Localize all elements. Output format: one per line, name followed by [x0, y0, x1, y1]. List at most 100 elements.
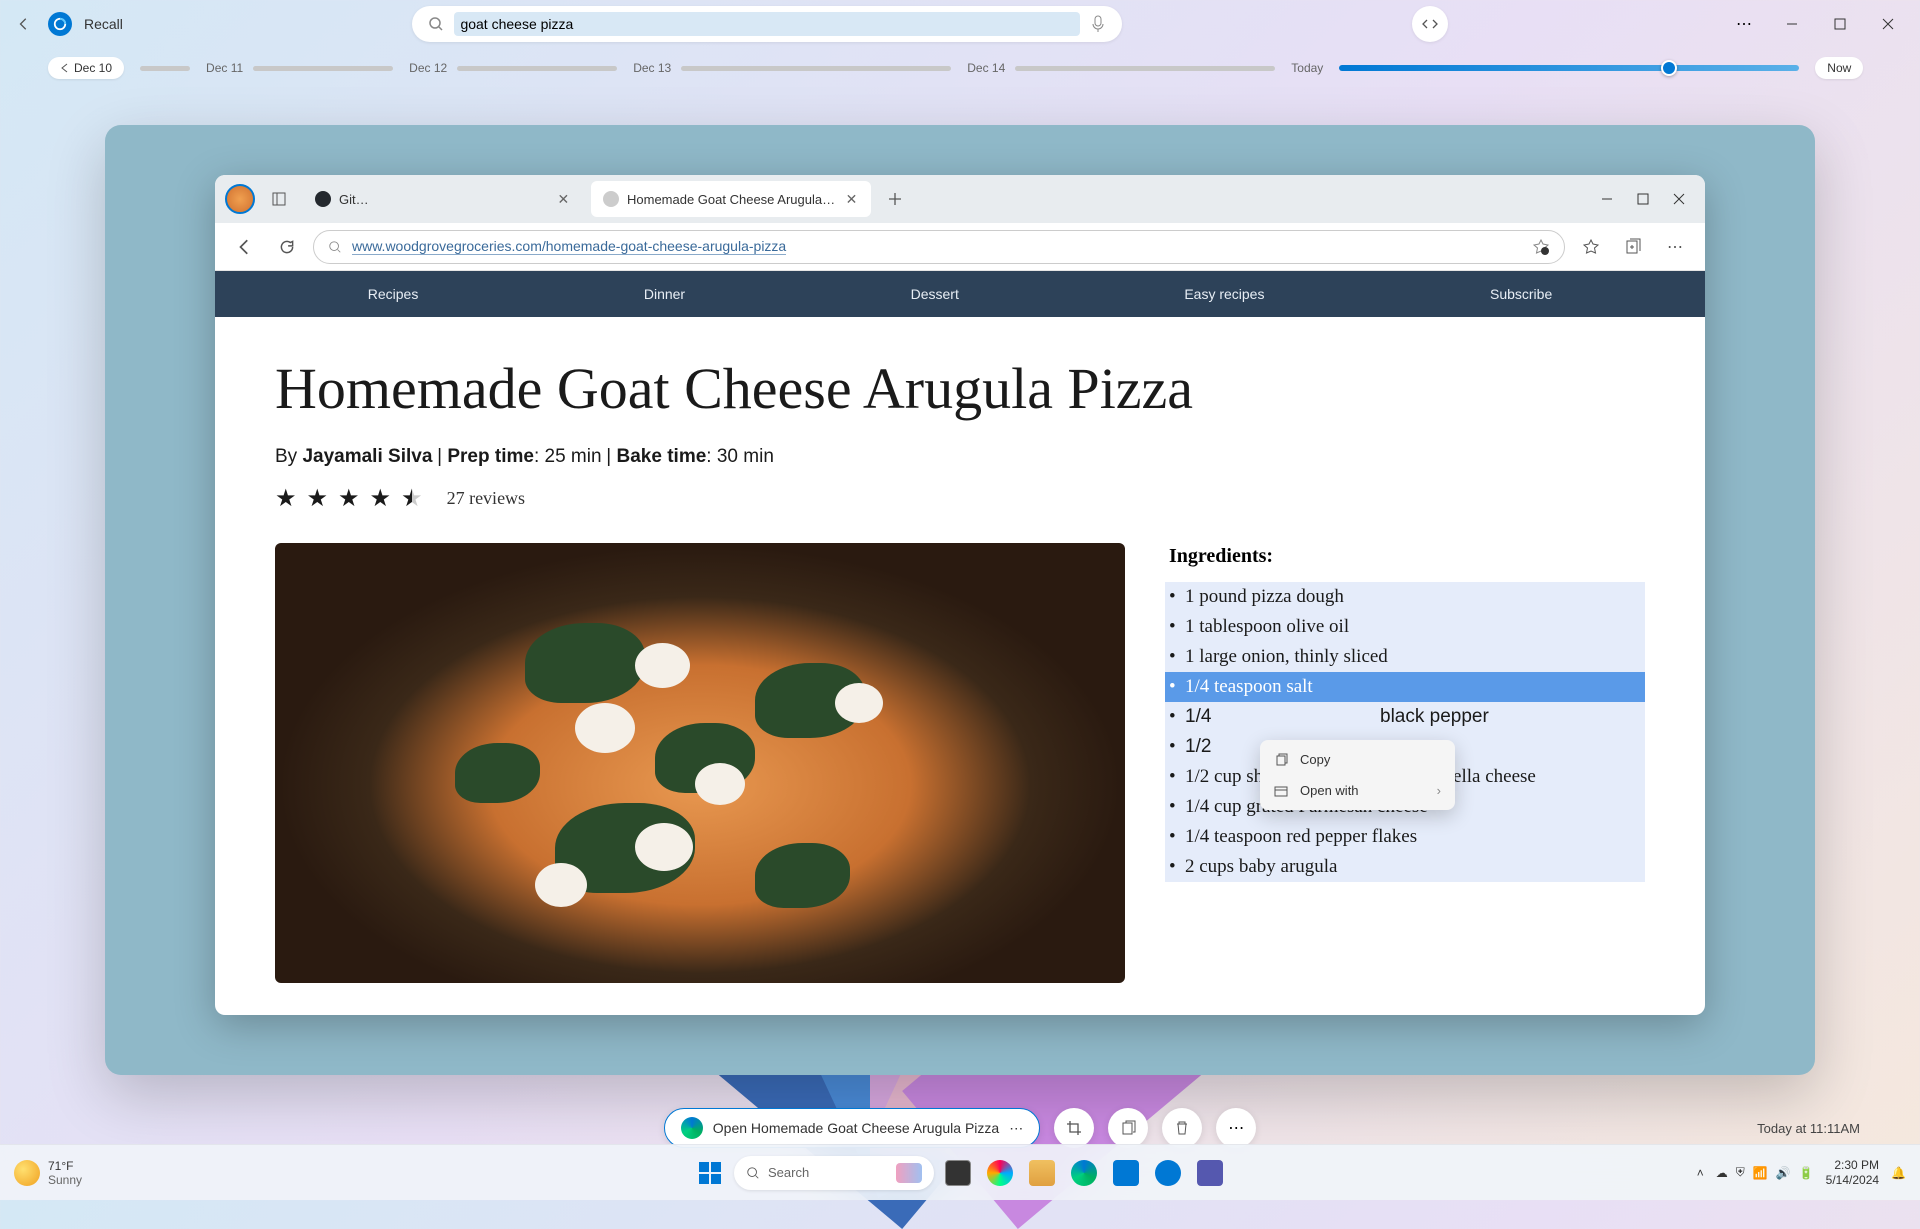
- snapshot-timestamp: Today at 11:11AM: [1757, 1121, 1860, 1136]
- more-actions-button[interactable]: ⋯: [1216, 1108, 1256, 1148]
- taskbar-teams[interactable]: [1192, 1155, 1228, 1191]
- tab-close-icon[interactable]: ✕: [556, 191, 571, 207]
- favorites-icon[interactable]: [1575, 231, 1607, 263]
- star-icon: ★: [338, 484, 360, 513]
- browser-back[interactable]: [229, 231, 261, 263]
- more-button[interactable]: ⋯: [1724, 8, 1764, 40]
- delete-button[interactable]: [1162, 1108, 1202, 1148]
- address-bar[interactable]: www.woodgrovegroceries.com/homemade-goat…: [313, 230, 1565, 264]
- taskbar-store[interactable]: [1108, 1155, 1144, 1191]
- more-icon[interactable]: ⋯: [1009, 1120, 1023, 1137]
- tab-close-icon[interactable]: ✕: [844, 191, 859, 207]
- search-icon: [746, 1166, 760, 1180]
- taskbar-explorer[interactable]: [1024, 1155, 1060, 1191]
- browser-more[interactable]: ⋯: [1659, 231, 1691, 263]
- taskbar-search[interactable]: Search: [734, 1156, 934, 1190]
- star-half-icon: ★★: [401, 484, 423, 513]
- recall-logo-icon: [48, 12, 72, 36]
- site-nav: Recipes Dinner Dessert Easy recipes Subs…: [215, 271, 1705, 317]
- ingredient-item: 1 pound pizza dough: [1165, 582, 1645, 612]
- onedrive-icon[interactable]: ☁: [1716, 1166, 1728, 1180]
- timeline-segment[interactable]: [1015, 66, 1275, 71]
- chevron-right-icon: ›: [1437, 783, 1441, 798]
- weather-widget[interactable]: 71°F Sunny: [14, 1159, 82, 1187]
- copy-image-button[interactable]: [1108, 1108, 1148, 1148]
- app-title: Recall: [84, 16, 123, 32]
- nav-dessert[interactable]: Dessert: [911, 286, 959, 302]
- windows-logo-icon: [699, 1162, 721, 1184]
- recipe-meta: By Jayamali Silva | Prep time: 25 min | …: [275, 446, 1645, 468]
- browser-tab-recipe[interactable]: Homemade Goat Cheese Arugula Pizz ✕: [591, 181, 871, 217]
- battery-icon[interactable]: 🔋: [1799, 1166, 1814, 1180]
- system-tray: ˄ ☁ ⛨ 📶 🔊 🔋 2:30 PM 5/14/2024 🔔: [1697, 1158, 1906, 1187]
- ingredient-item: 1/4 teaspoon red pepper flakes: [1165, 822, 1645, 852]
- wifi-icon[interactable]: 📶: [1753, 1166, 1768, 1180]
- tray-chevron-icon[interactable]: ˄: [1697, 1166, 1704, 1180]
- timeline[interactable]: Dec 10 Dec 11 Dec 12 Dec 13 Dec 14 Today…: [0, 48, 1920, 88]
- minimize-button[interactable]: [1772, 8, 1812, 40]
- browser-refresh[interactable]: [271, 231, 303, 263]
- collections-icon[interactable]: [1617, 231, 1649, 263]
- review-count: 27 reviews: [447, 488, 525, 509]
- nav-dinner[interactable]: Dinner: [644, 286, 685, 302]
- nav-easy[interactable]: Easy recipes: [1184, 286, 1264, 302]
- new-tab-button[interactable]: [879, 183, 911, 215]
- timeline-segment[interactable]: [253, 66, 393, 71]
- star-icon: ★: [307, 484, 329, 513]
- page-favicon: [603, 191, 619, 207]
- open-snapshot-button[interactable]: Open Homemade Goat Cheese Arugula Pizza …: [664, 1108, 1040, 1148]
- timeline-today-segment[interactable]: [1339, 65, 1799, 71]
- volume-icon[interactable]: 🔊: [1776, 1166, 1791, 1180]
- timeline-today-label: Today: [1291, 61, 1323, 75]
- rating-row: ★ ★ ★ ★ ★★ 27 reviews: [275, 484, 1645, 513]
- maximize-button[interactable]: [1820, 8, 1860, 40]
- ingredient-item: 1 tablespoon olive oil: [1165, 612, 1645, 642]
- tab-actions-icon[interactable]: [263, 183, 295, 215]
- taskbar-task-view[interactable]: [940, 1155, 976, 1191]
- close-button[interactable]: [1868, 8, 1908, 40]
- edge-icon: [681, 1117, 703, 1139]
- search-highlight-icon: [896, 1163, 922, 1183]
- clock[interactable]: 2:30 PM 5/14/2024: [1826, 1158, 1879, 1187]
- taskbar-recall[interactable]: [1150, 1155, 1186, 1191]
- timeline-date: Dec 12: [409, 61, 447, 75]
- timeline-segment[interactable]: [457, 66, 617, 71]
- nav-recipes[interactable]: Recipes: [368, 286, 419, 302]
- url-text: www.woodgrovegroceries.com/homemade-goat…: [352, 238, 786, 255]
- search-icon: [428, 16, 444, 32]
- browser-maximize[interactable]: [1627, 183, 1659, 215]
- security-icon[interactable]: ⛨: [1736, 1165, 1745, 1180]
- github-icon: [315, 191, 331, 207]
- taskbar-copilot[interactable]: [982, 1155, 1018, 1191]
- start-button[interactable]: [692, 1155, 728, 1191]
- browser-minimize[interactable]: [1591, 183, 1623, 215]
- timeline-back-date[interactable]: Dec 10: [48, 57, 124, 79]
- timeline-handle[interactable]: [1661, 60, 1677, 76]
- notifications-icon[interactable]: 🔔: [1891, 1166, 1906, 1180]
- profile-avatar[interactable]: [225, 184, 255, 214]
- search-box[interactable]: [412, 6, 1122, 42]
- code-button[interactable]: [1412, 6, 1448, 42]
- open-with-icon: [1274, 784, 1288, 798]
- mic-icon[interactable]: [1090, 14, 1106, 34]
- snapshot-action-bar: Open Homemade Goat Cheese Arugula Pizza …: [0, 1108, 1920, 1148]
- back-button[interactable]: [12, 12, 36, 36]
- crop-button[interactable]: [1054, 1108, 1094, 1148]
- taskbar-edge[interactable]: [1066, 1155, 1102, 1191]
- star-icon: ★: [275, 484, 297, 513]
- now-button[interactable]: Now: [1815, 57, 1863, 79]
- search-input[interactable]: [454, 12, 1080, 36]
- timeline-date: Dec 13: [633, 61, 671, 75]
- star-badge-icon[interactable]: [1532, 238, 1550, 256]
- context-open-with[interactable]: Open with ›: [1260, 775, 1455, 806]
- ingredients-heading: Ingredients:: [1165, 543, 1277, 570]
- browser-tab-github[interactable]: GitHub ✕: [303, 181, 583, 217]
- browser-close[interactable]: [1663, 183, 1695, 215]
- nav-subscribe[interactable]: Subscribe: [1490, 286, 1552, 302]
- context-copy[interactable]: Copy: [1260, 744, 1455, 775]
- ingredient-item-selected[interactable]: 1/4 teaspoon salt: [1165, 672, 1645, 702]
- snapshot-frame: GitHub ✕ Homemade Goat Cheese Arugula Pi…: [105, 125, 1815, 1075]
- timeline-segment[interactable]: [681, 66, 951, 71]
- timeline-segment[interactable]: [140, 66, 190, 71]
- timeline-date: Dec 11: [206, 61, 243, 75]
